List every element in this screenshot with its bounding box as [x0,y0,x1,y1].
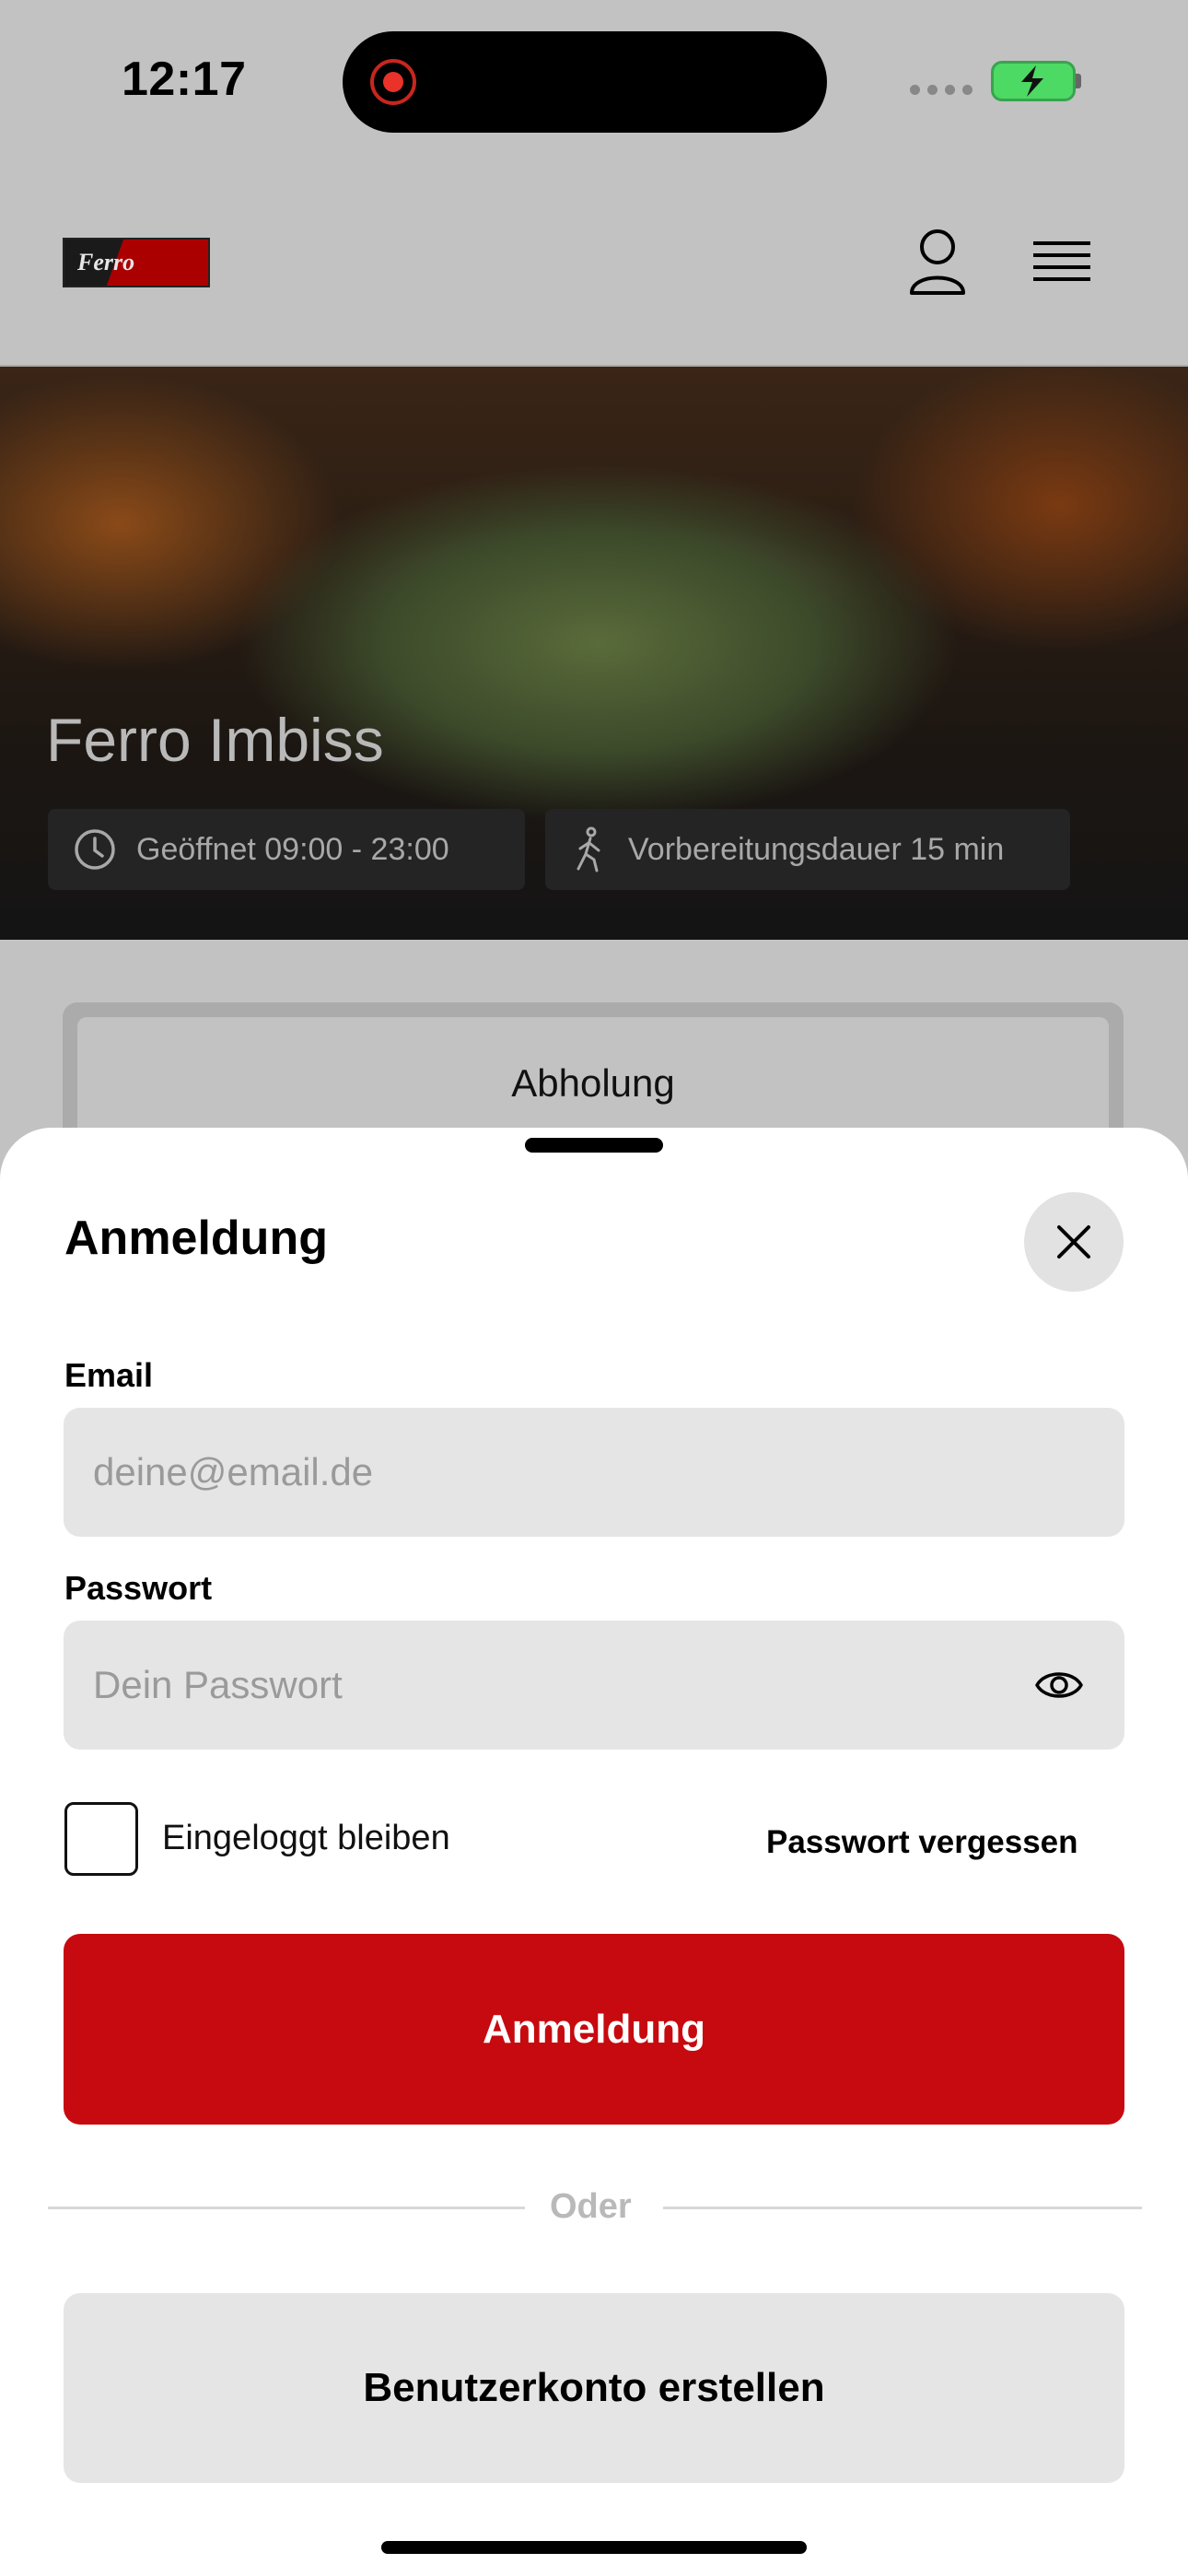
tab-pickup-label: Abholung [511,1061,675,1105]
email-field-container [64,1408,1124,1537]
record-icon [370,59,416,105]
password-field[interactable] [91,1662,950,1708]
stay-logged-in-checkbox[interactable] [64,1802,138,1876]
close-button[interactable] [1024,1192,1124,1292]
home-indicator[interactable] [381,2541,807,2554]
opening-hours-text: Geöffnet 09:00 - 23:00 [136,831,449,867]
signal-icon [910,85,973,95]
walking-icon [577,826,600,872]
email-label: Email [64,1356,154,1394]
tab-pickup[interactable]: Abholung [77,1017,1109,1146]
prep-time-text: Vorbereitungsdauer 15 min [628,831,1005,867]
prep-time-badge: Vorbereitungsdauer 15 min [545,809,1070,890]
opening-hours-badge: Geöffnet 09:00 - 23:00 [48,809,525,890]
eye-icon[interactable] [1034,1663,1084,1712]
menu-icon[interactable] [1031,238,1092,294]
clock-icon [75,829,115,870]
stay-logged-in-label[interactable]: Eingeloggt bleiben [162,1819,450,1858]
status-time: 12:17 [122,53,247,106]
sheet-title: Anmeldung [64,1212,328,1265]
login-button[interactable]: Anmeldung [64,1934,1124,2125]
brand-logo[interactable]: Ferro [63,238,210,287]
restaurant-name: Ferro Imbiss [46,706,384,774]
password-field-container [64,1621,1124,1750]
user-icon[interactable] [908,228,967,301]
forgot-password-link[interactable]: Passwort vergessen [766,1824,1078,1861]
create-account-button[interactable]: Benutzerkonto erstellen [64,2293,1124,2483]
battery-nub [1076,74,1081,88]
sheet-grabber[interactable] [525,1138,663,1153]
divider-left [48,2207,525,2209]
divider-right [663,2207,1142,2209]
email-field[interactable] [91,1449,1097,1495]
close-icon [1057,1225,1090,1259]
password-label: Passwort [64,1569,213,1607]
divider-text: Oder [550,2187,632,2226]
battery-charging-icon [991,61,1076,101]
